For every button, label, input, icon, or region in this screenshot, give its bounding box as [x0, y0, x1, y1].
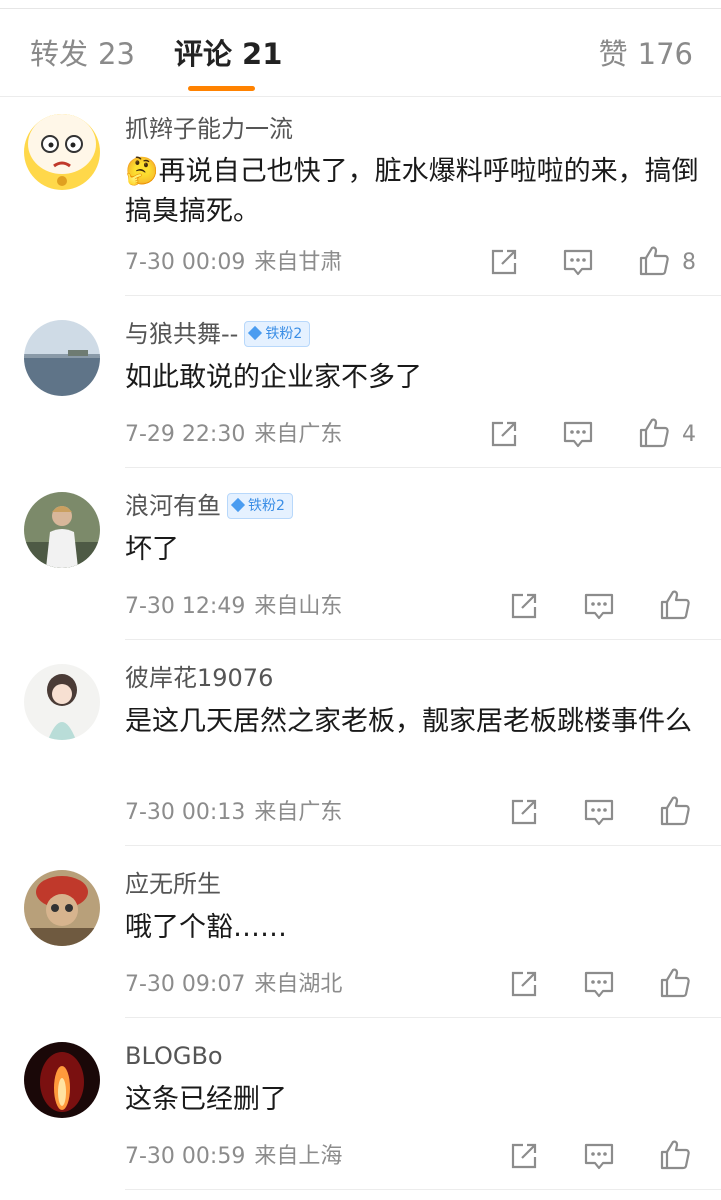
share-icon: [491, 421, 517, 447]
comment-location: 来自甘肃: [254, 250, 343, 275]
reply-button[interactable]: [562, 420, 594, 452]
tab-comments[interactable]: 评论 21: [174, 36, 282, 72]
comment-location: 来自上海: [254, 1144, 343, 1169]
comment-text: 是这几天居然之家老板，靓家居老板跳楼事件么: [125, 706, 692, 737]
comment-meta: 7-30 09:07 来自湖北: [125, 971, 342, 999]
comment-item: 应无所生 哦了个豁…… 7-30 09:07 来自湖北: [0, 846, 721, 1018]
comment-text: 如此敢说的企业家不多了: [125, 362, 422, 393]
tab-likes-label: 赞: [598, 37, 628, 71]
avatar[interactable]: [24, 1042, 100, 1118]
comment-meta: 7-30 00:09 来自甘肃: [125, 249, 342, 277]
avatar[interactable]: [24, 320, 100, 396]
comment-meta: 7-30 12:49 来自山东: [125, 593, 342, 621]
share-icon: [511, 1143, 537, 1169]
diamond-icon: [230, 497, 246, 513]
comment-username[interactable]: 抓辫子能力一流: [125, 113, 293, 144]
comment-item: 与狼共舞-- 铁粉2 如此敢说的企业家不多了 7-29 22:30 来自广东 4: [0, 296, 721, 468]
share-icon: [511, 593, 537, 619]
thumbs-up-icon: [660, 796, 690, 826]
comment-time: 7-30 09:07: [125, 972, 246, 997]
share-button[interactable]: [489, 247, 519, 279]
comment-time: 7-29 22:30: [125, 422, 246, 447]
comment-item: 抓辫子能力一流 🤔再说自己也快了，脏水爆料呼啦啦的来，搞倒搞臭搞死。 7-30 …: [0, 96, 721, 296]
tab-comments-label: 评论: [174, 37, 233, 71]
reply-button[interactable]: [562, 248, 594, 280]
comment-icon: [584, 971, 614, 998]
comment-location: 来自广东: [254, 422, 343, 447]
comment-username[interactable]: 浪河有鱼 铁粉2: [125, 490, 293, 521]
reply-button[interactable]: [583, 970, 615, 1002]
tab-repost[interactable]: 转发 23: [30, 36, 135, 72]
thumbs-up-icon: [639, 418, 669, 448]
like-button[interactable]: [638, 417, 670, 449]
thumbs-up-icon: [660, 1140, 690, 1170]
comment-item: 浪河有鱼 铁粉2 坏了 7-30 12:49 来自山东: [0, 468, 721, 640]
share-button[interactable]: [509, 591, 539, 623]
comment-meta: 7-30 00:59 来自上海: [125, 1143, 342, 1171]
comment-time: 7-30 00:09: [125, 250, 246, 275]
diamond-icon: [248, 325, 263, 341]
fan-badge: 铁粉2: [244, 321, 311, 347]
comment-username[interactable]: BLOGBo: [125, 1040, 223, 1071]
like-button[interactable]: [638, 245, 670, 277]
like-button[interactable]: [659, 1139, 691, 1171]
avatar[interactable]: [24, 664, 100, 740]
avatar[interactable]: [24, 870, 100, 946]
divider: [125, 1189, 721, 1190]
share-icon: [511, 971, 537, 997]
comment-text: 🤔再说自己也快了，脏水爆料呼啦啦的来，搞倒搞臭搞死。: [125, 156, 699, 227]
comment-meta: 7-30 00:13 来自广东: [125, 799, 342, 827]
share-button[interactable]: [509, 797, 539, 829]
like-button[interactable]: [659, 967, 691, 999]
like-button[interactable]: [659, 589, 691, 621]
thumbs-up-icon: [660, 968, 690, 998]
tab-likes-count: 176: [637, 37, 693, 71]
reply-button[interactable]: [583, 798, 615, 830]
share-icon: [491, 249, 517, 275]
share-button[interactable]: [489, 419, 519, 451]
reply-button[interactable]: [583, 1142, 615, 1174]
tab-bar: 转发 23 评论 21 赞 176: [0, 20, 721, 97]
tab-repost-count: 23: [98, 37, 135, 71]
comment-icon: [563, 421, 593, 448]
like-count: 4: [682, 422, 696, 447]
comment-time: 7-30 00:13: [125, 800, 246, 825]
like-count: 8: [682, 250, 696, 275]
comment-username[interactable]: 应无所生: [125, 868, 221, 899]
comment-icon: [584, 1143, 614, 1170]
avatar[interactable]: [24, 114, 100, 190]
comment-text: 哦了个豁……: [125, 912, 287, 943]
comment-item: BLOGBo 这条已经删了 7-30 00:59 来自上海: [0, 1018, 721, 1200]
thumbs-up-icon: [660, 590, 690, 620]
active-tab-indicator: [188, 86, 255, 91]
thinking-emoji: 🤔: [125, 156, 159, 187]
share-button[interactable]: [509, 969, 539, 1001]
comment-icon: [584, 593, 614, 620]
comment-location: 来自湖北: [254, 972, 343, 997]
thumbs-up-icon: [639, 246, 669, 276]
like-button[interactable]: [659, 795, 691, 827]
comment-time: 7-30 00:59: [125, 1144, 246, 1169]
top-divider: [0, 8, 721, 9]
avatar[interactable]: [24, 492, 100, 568]
share-icon: [511, 799, 537, 825]
comment-location: 来自山东: [254, 594, 343, 619]
comment-username[interactable]: 彼岸花19076: [125, 662, 273, 693]
tab-repost-label: 转发: [30, 37, 89, 71]
comment-time: 7-30 12:49: [125, 594, 246, 619]
comment-icon: [563, 249, 593, 276]
comment-item: 彼岸花19076 是这几天居然之家老板，靓家居老板跳楼事件么 7-30 00:1…: [0, 640, 721, 846]
comment-username[interactable]: 与狼共舞-- 铁粉2: [125, 318, 311, 349]
tab-comments-count: 21: [242, 37, 283, 71]
comment-meta: 7-29 22:30 来自广东: [125, 421, 342, 449]
tab-likes[interactable]: 赞 176: [599, 36, 693, 72]
reply-button[interactable]: [583, 592, 615, 624]
comment-location: 来自广东: [254, 800, 343, 825]
fan-badge: 铁粉2: [227, 493, 293, 519]
comment-text: 坏了: [125, 534, 179, 565]
comment-text: 这条已经删了: [125, 1084, 287, 1115]
share-button[interactable]: [509, 1141, 539, 1173]
comment-icon: [584, 799, 614, 826]
